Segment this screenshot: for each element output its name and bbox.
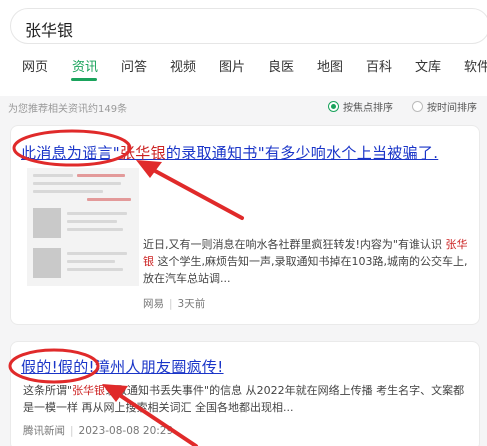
result-title-link[interactable]: 此消息为谣言"张华银的录取通知书"有多少响水个上当被骗了. (21, 142, 438, 163)
sort-by-focus[interactable]: 按焦点排序 (328, 99, 393, 114)
snippet-text: 这个学生,麻烦告知一声,录取通知书掉在103路,城南的公交车上,放在汽车总站调.… (143, 255, 468, 285)
tab-maps[interactable]: 地图 (317, 56, 343, 75)
sort-focus-label: 按焦点排序 (343, 103, 393, 114)
result-card: 假的!假的!漳州人朋友圈疯传! 这条所谓"张华银录取通知书丢失事件"的信息 从2… (10, 341, 480, 446)
result-source: 网易 | 3天前 (143, 298, 206, 310)
result-thumbnail[interactable] (27, 168, 139, 286)
sort-time-label: 按时间排序 (427, 103, 477, 114)
title-part: 的录取通知书"有多少响水个上当被骗了. (165, 144, 439, 162)
tab-baike[interactable]: 百科 (366, 56, 392, 75)
source-time: 3天前 (177, 298, 206, 310)
result-snippet: 这条所谓"张华银录取通知书丢失事件"的信息 从2022年就在网络上传播 考生名字… (23, 382, 473, 416)
title-part: 假的!假的!漳州人朋友圈疯传! (21, 358, 224, 376)
tab-wenku[interactable]: 文库 (415, 56, 441, 75)
radio-selected-icon (328, 101, 339, 112)
results-meta: 为您推荐相关资讯约149条 按焦点排序 按时间排序 (0, 96, 487, 120)
sort-by-time[interactable]: 按时间排序 (412, 99, 477, 114)
tab-qa[interactable]: 问答 (121, 56, 147, 75)
active-tab-indicator (71, 78, 97, 81)
tab-web[interactable]: 网页 (22, 56, 48, 75)
source-name[interactable]: 网易 (143, 298, 164, 310)
result-title-link[interactable]: 假的!假的!漳州人朋友圈疯传! (21, 356, 224, 377)
title-keyword: 张华银 (120, 144, 166, 162)
snippet-text: 近日,又有一则消息在响水各社群里疯狂转发!内容为"有谁认识 (143, 238, 446, 251)
search-input[interactable]: 张华银 (10, 8, 487, 44)
tab-video[interactable]: 视频 (170, 56, 196, 75)
result-card: 此消息为谣言"张华银的录取通知书"有多少响水个上当被骗了. 近日,又有一则消息在… (10, 125, 480, 325)
category-tabs: 网页 资讯 问答 视频 图片 良医 地图 百科 文库 软件 (0, 56, 487, 81)
search-header: 张华银 网页 资讯 问答 视频 图片 良医 地图 百科 文库 软件 (0, 0, 487, 96)
result-snippet: 近日,又有一则消息在响水各社群里疯狂转发!内容为"有谁认识 张华银 这个学生,麻… (143, 236, 473, 287)
tab-doctor[interactable]: 良医 (268, 56, 294, 75)
source-time: 2023-08-08 20:29 (78, 425, 174, 437)
result-source: 腾讯新闻 | 2023-08-08 20:29 (23, 425, 174, 437)
tab-software[interactable]: 软件 (464, 56, 487, 75)
results-count: 为您推荐相关资讯约149条 (8, 104, 128, 115)
radio-unselected-icon (412, 101, 423, 112)
source-name[interactable]: 腾讯新闻 (23, 425, 65, 437)
title-part: 此消息为谣言" (21, 144, 120, 162)
tab-images[interactable]: 图片 (219, 56, 245, 75)
snippet-keyword: 张华银 (72, 384, 106, 397)
tab-news[interactable]: 资讯 (72, 56, 98, 75)
search-query-text: 张华银 (25, 21, 74, 40)
snippet-text: 这条所谓" (23, 384, 73, 397)
